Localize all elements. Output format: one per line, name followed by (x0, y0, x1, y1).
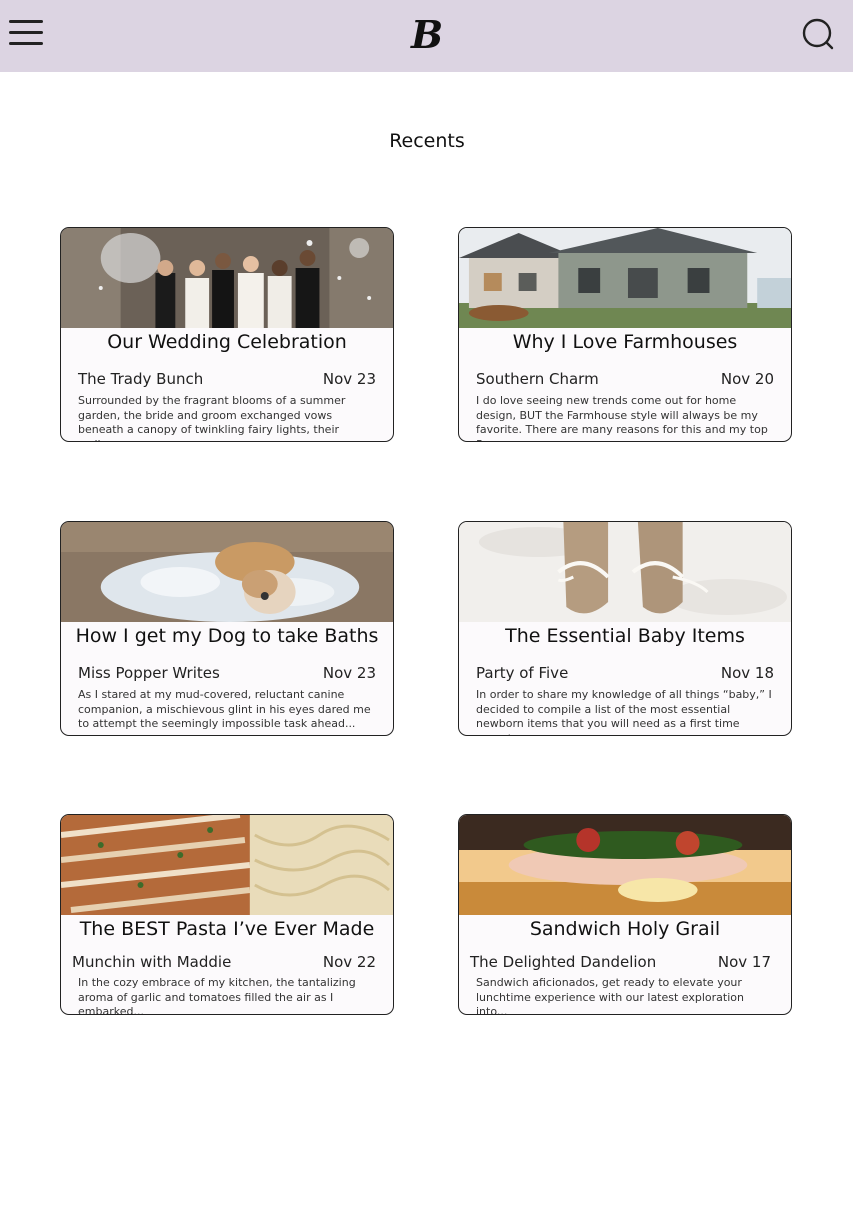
post-image-dog (61, 522, 393, 622)
top-app-bar: B (0, 0, 853, 72)
post-card[interactable]: The BEST Pasta I’ve Ever Made Munchin wi… (60, 814, 394, 1015)
post-image-farmhouse (459, 228, 791, 328)
post-card[interactable]: Why I Love Farmhouses Southern Charm Nov… (458, 227, 792, 442)
post-excerpt: I do love seeing new trends come out for… (476, 394, 768, 441)
post-title[interactable]: How I get my Dog to take Baths (61, 625, 393, 647)
post-excerpt: Surrounded by the fragrant blooms of a s… (78, 394, 346, 441)
post-date: Nov 18 (720, 664, 774, 682)
post-image-baby (459, 522, 791, 622)
post-excerpt: In order to share my knowledge of all th… (476, 688, 772, 735)
post-excerpt: Sandwich aficionados, get ready to eleva… (476, 976, 744, 1015)
hamburger-menu-icon[interactable] (9, 18, 43, 46)
post-date: Nov 23 (322, 664, 376, 682)
post-title[interactable]: The Essential Baby Items (459, 625, 791, 647)
post-image-wedding (61, 228, 393, 328)
section-title: Recents (389, 130, 465, 152)
post-excerpt: In the cozy embrace of my kitchen, the t… (78, 976, 356, 1015)
post-card[interactable]: How I get my Dog to take Baths Miss Popp… (60, 521, 394, 736)
post-author[interactable]: Miss Popper Writes (78, 664, 220, 682)
post-author[interactable]: The Delighted Dandelion (470, 953, 656, 971)
post-date: Nov 17 (717, 953, 771, 971)
post-card[interactable]: Sandwich Holy Grail The Delighted Dandel… (458, 814, 792, 1015)
app-logo[interactable]: B (409, 12, 445, 58)
post-date: Nov 23 (322, 370, 376, 388)
post-title[interactable]: Our Wedding Celebration (61, 331, 393, 353)
post-date: Nov 20 (720, 370, 774, 388)
post-title[interactable]: Why I Love Farmhouses (459, 331, 791, 353)
search-icon[interactable] (800, 17, 836, 53)
post-author[interactable]: Party of Five (476, 664, 568, 682)
post-author[interactable]: Southern Charm (476, 370, 599, 388)
post-card[interactable]: The Essential Baby Items Party of Five N… (458, 521, 792, 736)
post-excerpt: As I stared at my mud-covered, reluctant… (78, 688, 371, 730)
post-image-sandwich (459, 815, 791, 915)
post-card[interactable]: Our Wedding Celebration The Trady Bunch … (60, 227, 394, 442)
post-date: Nov 22 (322, 953, 376, 971)
post-author[interactable]: Munchin with Maddie (72, 953, 231, 971)
post-title[interactable]: Sandwich Holy Grail (459, 918, 791, 940)
post-image-pasta (61, 815, 393, 915)
post-title[interactable]: The BEST Pasta I’ve Ever Made (61, 918, 393, 940)
post-author[interactable]: The Trady Bunch (78, 370, 203, 388)
